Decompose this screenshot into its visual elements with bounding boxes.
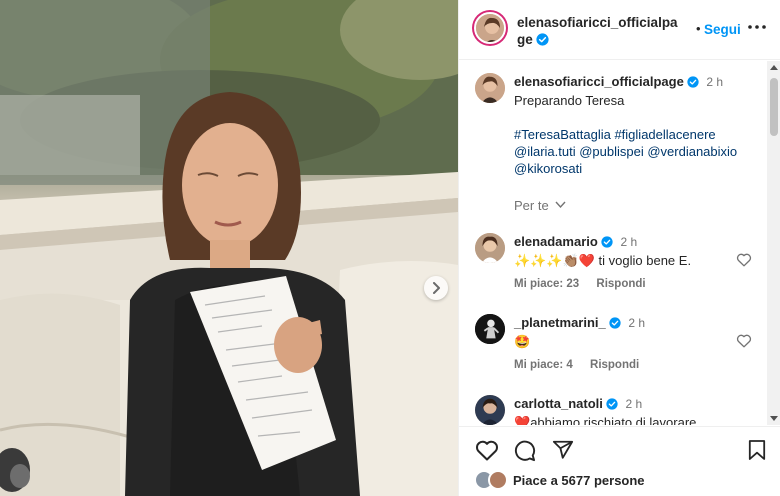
- comment-username[interactable]: carlotta_natoli: [514, 396, 603, 411]
- comment-text: ❤️abbiamo rischiato di lavorare: [514, 414, 696, 425]
- post-actions-bar: Piace a 5677 persone: [459, 426, 780, 496]
- reply-button[interactable]: Rispondi: [590, 359, 639, 371]
- chevron-right-icon: [433, 282, 440, 294]
- comment-time: 2 h: [620, 235, 638, 249]
- likes-count[interactable]: Piace a 5677 persone: [513, 473, 645, 488]
- comment-emojis: ✨✨✨👏🏽❤️: [514, 253, 595, 268]
- chevron-down-icon: [555, 201, 566, 209]
- post-header: elenasofiaricci_officialpage • Segui: [459, 0, 780, 60]
- comment-header: _planetmarini_ 2 h: [514, 315, 645, 330]
- photo-illustration: [0, 0, 458, 496]
- comments-list[interactable]: elenasofiaricci_officialpage 2 h Prepara…: [459, 61, 767, 425]
- scroll-up-arrow-icon[interactable]: [770, 64, 778, 70]
- comment-icon[interactable]: [513, 439, 536, 462]
- author-avatar[interactable]: [474, 12, 506, 44]
- commenter-avatar[interactable]: [475, 314, 505, 344]
- caption-avatar[interactable]: [475, 73, 505, 103]
- caption-mention-kikorosati[interactable]: @kikorosati: [514, 160, 582, 177]
- comment-text: 🤩: [514, 333, 530, 350]
- scrollbar-thumb[interactable]: [770, 78, 778, 136]
- liker-avatar: [488, 470, 508, 490]
- comment-emojis: 🤩: [514, 334, 531, 349]
- caption-mentions[interactable]: @ilaria.tuti @publispei @verdianabixio: [514, 143, 737, 160]
- comment-emojis: ❤️: [514, 415, 531, 425]
- per-te-label: Per te: [514, 198, 549, 213]
- caption-text: Preparando Teresa: [514, 93, 625, 108]
- comment-username[interactable]: elenadamario: [514, 234, 598, 249]
- post-side-panel: elenasofiaricci_officialpage • Segui ele…: [458, 0, 780, 496]
- verified-badge-icon: [606, 398, 618, 410]
- reply-button[interactable]: Rispondi: [596, 278, 645, 290]
- verified-badge-icon: [601, 236, 613, 248]
- bookmark-icon[interactable]: [748, 439, 766, 461]
- next-photo-button[interactable]: [424, 276, 448, 300]
- separator-dot: •: [696, 21, 701, 36]
- caption-time: 2 h: [706, 75, 724, 89]
- author-username[interactable]: elenasofiaricci_officialpage: [517, 14, 685, 48]
- comment-body: abbiamo rischiato di lavorare: [530, 415, 697, 425]
- comments-scrollbar[interactable]: [767, 61, 780, 425]
- comment-likes[interactable]: Mi piace: 4: [514, 359, 573, 371]
- verified-badge-icon: [609, 317, 621, 329]
- heart-icon[interactable]: [475, 439, 499, 461]
- verified-badge-icon: [536, 33, 549, 46]
- heart-icon[interactable]: [736, 333, 752, 348]
- comment-meta: Mi piace: 23 Rispondi: [514, 278, 646, 290]
- scroll-down-arrow-icon[interactable]: [770, 416, 778, 422]
- comment-time: 2 h: [628, 316, 646, 330]
- per-te-filter[interactable]: Per te: [514, 198, 566, 213]
- comment-time: 2 h: [625, 397, 643, 411]
- caption-username[interactable]: elenasofiaricci_officialpage: [514, 74, 684, 89]
- caption-hashtags[interactable]: #TeresaBattaglia #figliadellacenere: [514, 126, 716, 143]
- likers-avatars[interactable]: [474, 470, 510, 490]
- commenter-avatar[interactable]: [475, 395, 505, 425]
- caption-header: elenasofiaricci_officialpage 2 h: [514, 74, 723, 89]
- verified-badge-icon: [687, 76, 699, 88]
- comment-header: elenadamario 2 h: [514, 234, 637, 249]
- follow-button[interactable]: Segui: [704, 22, 741, 37]
- post-photo[interactable]: [0, 0, 458, 496]
- comment-username[interactable]: _planetmarini_: [514, 315, 606, 330]
- more-icon[interactable]: [746, 19, 768, 35]
- comment-body: ti voglio bene E.: [594, 253, 692, 268]
- comment-header: carlotta_natoli 2 h: [514, 396, 642, 411]
- comment-text: ✨✨✨👏🏽❤️ ti voglio bene E.: [514, 252, 691, 269]
- heart-icon[interactable]: [736, 252, 752, 267]
- commenter-avatar[interactable]: [475, 233, 505, 263]
- share-icon[interactable]: [552, 439, 574, 461]
- comment-likes[interactable]: Mi piace: 23: [514, 278, 579, 290]
- comment-meta: Mi piace: 4 Rispondi: [514, 359, 639, 371]
